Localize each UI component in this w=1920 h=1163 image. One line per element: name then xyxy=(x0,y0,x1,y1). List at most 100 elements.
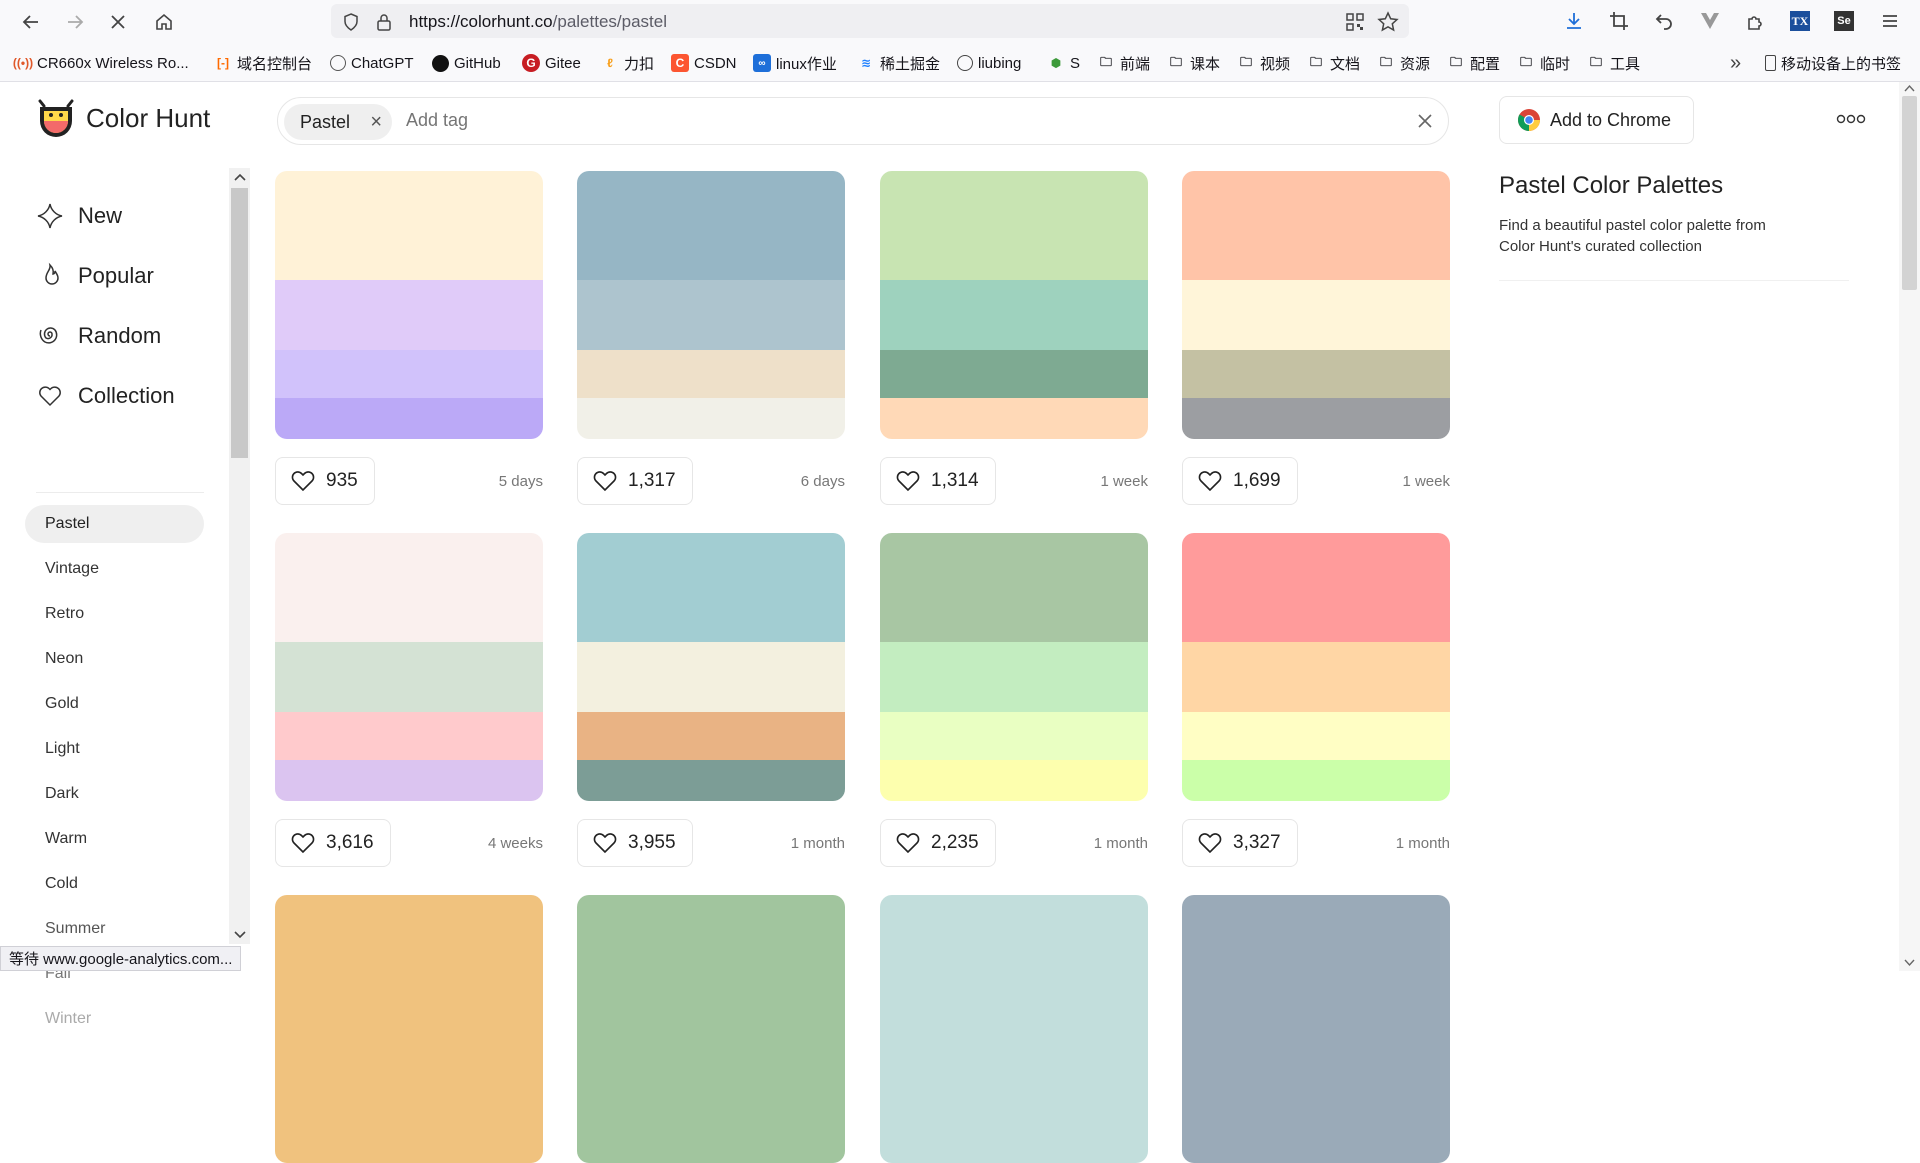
sidebar-tag-neon[interactable]: Neon xyxy=(25,640,204,678)
scroll-down-icon[interactable] xyxy=(234,930,246,940)
app-menu-button[interactable] xyxy=(1877,8,1903,34)
bookmark-folder-frontend[interactable]: 🗀 前端 xyxy=(1097,53,1150,73)
palette-color-swatch[interactable] xyxy=(1182,533,1450,642)
palette-card[interactable] xyxy=(880,171,1148,439)
palette-color-swatch[interactable] xyxy=(880,350,1148,398)
scroll-up-icon[interactable] xyxy=(1904,84,1915,93)
vue-devtools-button[interactable] xyxy=(1697,8,1723,34)
palette-color-swatch[interactable] xyxy=(275,1122,543,1163)
palette-color-swatch[interactable] xyxy=(880,1004,1148,1074)
palette-card[interactable] xyxy=(1182,533,1450,801)
palette-card[interactable] xyxy=(880,533,1148,801)
palette-color-swatch[interactable] xyxy=(880,895,1148,1004)
palette-color-swatch[interactable] xyxy=(577,1074,845,1122)
downloads-button[interactable] xyxy=(1561,8,1587,34)
palette-color-swatch[interactable] xyxy=(1182,1122,1450,1163)
sidebar-tag-dark[interactable]: Dark xyxy=(25,775,204,813)
palette-card[interactable] xyxy=(275,171,543,439)
palette-color-swatch[interactable] xyxy=(1182,1074,1450,1122)
palette-card[interactable] xyxy=(577,171,845,439)
scroll-down-icon[interactable] xyxy=(1904,958,1915,967)
palette-color-swatch[interactable] xyxy=(880,398,1148,439)
tag-chip-pastel[interactable]: Pastel × xyxy=(284,104,392,140)
qr-code-icon[interactable] xyxy=(1345,12,1365,32)
palette-color-swatch[interactable] xyxy=(880,171,1148,280)
sidebar-tag-vintage[interactable]: Vintage xyxy=(25,550,204,588)
like-button[interactable]: 3,955 xyxy=(577,819,693,867)
screenshot-button[interactable] xyxy=(1606,8,1632,34)
url-bar[interactable]: https://colorhunt.co/palettes/pastel xyxy=(331,4,1409,38)
nav-popular[interactable]: Popular xyxy=(36,256,154,296)
selenium-extension-button[interactable]: Se xyxy=(1831,8,1857,34)
palette-color-swatch[interactable] xyxy=(1182,712,1450,760)
bookmark-chatgpt[interactable]: ChatGPT xyxy=(330,53,414,73)
like-button[interactable]: 1,317 xyxy=(577,457,693,505)
page-scrollbar-thumb[interactable] xyxy=(1902,96,1917,290)
palette-color-swatch[interactable] xyxy=(1182,895,1450,1004)
palette-color-swatch[interactable] xyxy=(577,712,845,760)
palette-color-swatch[interactable] xyxy=(577,398,845,439)
palette-color-swatch[interactable] xyxy=(880,533,1148,642)
forward-button[interactable] xyxy=(60,7,90,37)
sidebar-tag-cold[interactable]: Cold xyxy=(25,865,204,903)
palette-color-swatch[interactable] xyxy=(275,895,543,1004)
add-tag-input[interactable] xyxy=(406,110,806,131)
sidebar-tag-pastel[interactable]: Pastel xyxy=(25,505,204,543)
palette-color-swatch[interactable] xyxy=(275,712,543,760)
palette-color-swatch[interactable] xyxy=(1182,398,1450,439)
palette-color-swatch[interactable] xyxy=(880,760,1148,801)
palette-card[interactable] xyxy=(577,533,845,801)
sidebar-scrollbar[interactable] xyxy=(229,168,250,944)
palette-color-swatch[interactable] xyxy=(1182,760,1450,801)
sidebar-tag-gold[interactable]: Gold xyxy=(25,685,204,723)
palette-color-swatch[interactable] xyxy=(880,712,1148,760)
nav-collection[interactable]: Collection xyxy=(36,376,175,416)
like-button[interactable]: 2,235 xyxy=(880,819,996,867)
palette-color-swatch[interactable] xyxy=(1182,1004,1450,1074)
bookmark-cr660x[interactable]: ((•)) CR660x Wireless Ro... xyxy=(13,53,189,73)
palette-color-swatch[interactable] xyxy=(577,280,845,350)
sidebar-scrollbar-thumb[interactable] xyxy=(231,188,248,458)
remove-tag-icon[interactable]: × xyxy=(370,111,382,134)
palette-color-swatch[interactable] xyxy=(577,350,845,398)
bookmark-folder-video[interactable]: 🗀 视频 xyxy=(1237,53,1290,73)
bookmark-csdn[interactable]: C CSDN xyxy=(671,53,737,73)
palette-color-swatch[interactable] xyxy=(275,350,543,398)
palette-card[interactable] xyxy=(880,895,1148,1163)
bookmark-folder-config[interactable]: 🗀 配置 xyxy=(1447,53,1500,73)
logo[interactable]: Color Hunt xyxy=(36,96,210,140)
palette-color-swatch[interactable] xyxy=(880,280,1148,350)
palette-color-swatch[interactable] xyxy=(275,280,543,350)
tx-extension-button[interactable]: TX xyxy=(1787,8,1813,34)
like-button[interactable]: 3,327 xyxy=(1182,819,1298,867)
palette-color-swatch[interactable] xyxy=(880,1122,1148,1163)
bookmark-leetcode[interactable]: ℓ 力扣 xyxy=(601,53,654,73)
bookmark-mobile[interactable]: 移动设备上的书签 xyxy=(1765,53,1901,73)
back-button[interactable] xyxy=(16,7,46,37)
more-options-button[interactable] xyxy=(1834,106,1868,132)
nav-random[interactable]: Random xyxy=(36,316,161,356)
page-scrollbar[interactable] xyxy=(1899,82,1920,971)
bookmark-folder-resources[interactable]: 🗀 资源 xyxy=(1377,53,1430,73)
bookmark-domain-console[interactable]: [-] 域名控制台 xyxy=(214,53,312,73)
palette-color-swatch[interactable] xyxy=(275,398,543,439)
bookmark-star-icon[interactable] xyxy=(1377,11,1399,33)
sidebar-tag-summer[interactable]: Summer xyxy=(25,910,204,948)
palette-color-swatch[interactable] xyxy=(577,533,845,642)
like-button[interactable]: 1,699 xyxy=(1182,457,1298,505)
palette-color-swatch[interactable] xyxy=(275,642,543,712)
bookmark-linux[interactable]: ∞ linux作业 xyxy=(753,53,837,73)
sidebar-tag-light[interactable]: Light xyxy=(25,730,204,768)
bookmark-folder-temp[interactable]: 🗀 临时 xyxy=(1517,53,1570,73)
palette-color-swatch[interactable] xyxy=(577,1122,845,1163)
palette-color-swatch[interactable] xyxy=(577,760,845,801)
palette-color-swatch[interactable] xyxy=(577,642,845,712)
bookmark-s[interactable]: ⬢ S xyxy=(1047,53,1080,73)
palette-card[interactable] xyxy=(577,895,845,1163)
palette-color-swatch[interactable] xyxy=(275,760,543,801)
palette-color-swatch[interactable] xyxy=(577,171,845,280)
like-button[interactable]: 935 xyxy=(275,457,375,505)
sidebar-tag-retro[interactable]: Retro xyxy=(25,595,204,633)
palette-color-swatch[interactable] xyxy=(1182,350,1450,398)
palette-color-swatch[interactable] xyxy=(275,533,543,642)
